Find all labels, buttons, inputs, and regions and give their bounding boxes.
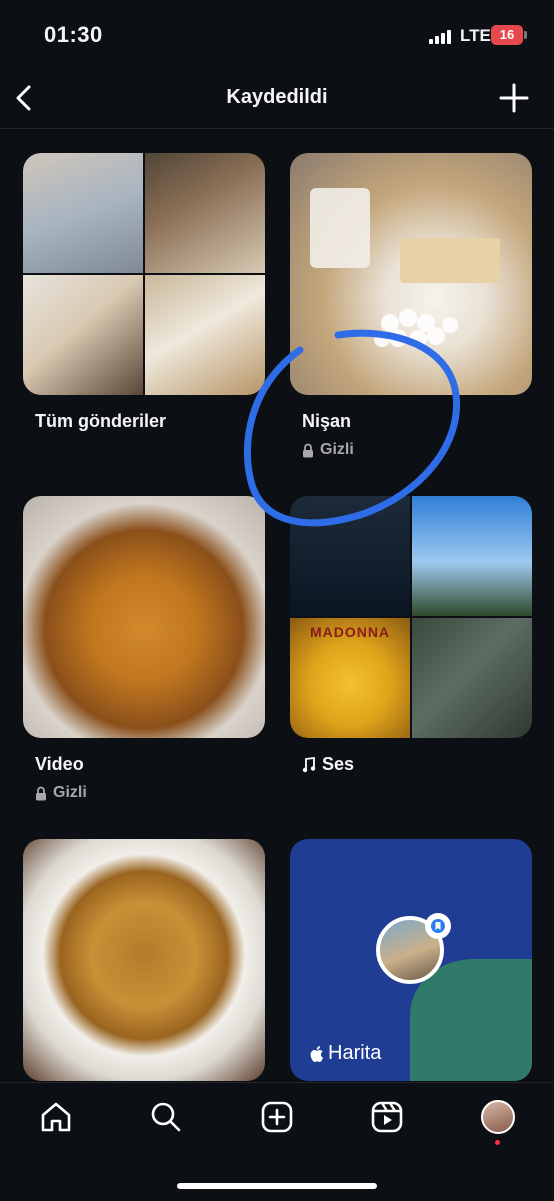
reels-icon[interactable] bbox=[367, 1097, 407, 1137]
lock-icon bbox=[303, 443, 313, 457]
collection-name: Nişan bbox=[302, 411, 352, 431]
network-type: LTE bbox=[460, 26, 491, 45]
private-label: Gizli bbox=[53, 784, 87, 801]
collection-name: Ses bbox=[302, 754, 354, 775]
collection-name: Video bbox=[35, 754, 84, 774]
battery-tip bbox=[524, 31, 527, 39]
album-art: MADONNA bbox=[290, 618, 410, 738]
page-title: Kaydedildi bbox=[226, 86, 328, 108]
album-art-title: MADONNA bbox=[309, 624, 391, 640]
status-bar: 01:30 LTE 16 bbox=[0, 0, 554, 70]
collection-thumbnail[interactable]: MADONNA bbox=[290, 496, 532, 738]
profile-avatar[interactable] bbox=[478, 1097, 518, 1137]
notification-dot bbox=[495, 1140, 500, 1145]
album-art bbox=[290, 496, 410, 616]
collection-name: Tüm gönderiler bbox=[35, 411, 167, 431]
map-label-text: Harita bbox=[328, 1042, 382, 1064]
header: Kaydedildi bbox=[0, 70, 554, 129]
collection-name-text: Ses bbox=[322, 754, 355, 774]
flowers-illustration bbox=[310, 188, 500, 348]
bookmark-icon bbox=[425, 913, 451, 939]
album-art bbox=[412, 618, 532, 738]
post-thumbnail bbox=[23, 153, 143, 273]
apple-logo-icon bbox=[310, 1045, 323, 1062]
home-icon[interactable] bbox=[36, 1097, 76, 1137]
music-note-icon bbox=[302, 756, 316, 772]
collection-thumbnail[interactable] bbox=[23, 496, 265, 738]
collection-thumbnail[interactable] bbox=[23, 153, 265, 395]
map-label: Harita bbox=[310, 1042, 381, 1065]
plus-icon[interactable] bbox=[498, 82, 530, 114]
private-label: Gizli bbox=[320, 441, 354, 458]
collection-thumbnail[interactable]: Harita bbox=[290, 839, 532, 1081]
post-thumbnail bbox=[145, 275, 265, 395]
collection-thumbnail[interactable] bbox=[290, 153, 532, 395]
home-indicator bbox=[177, 1183, 377, 1189]
post-thumbnail bbox=[145, 153, 265, 273]
private-badge: Gizli bbox=[35, 784, 87, 802]
private-badge: Gizli bbox=[302, 441, 354, 459]
post-thumbnail bbox=[23, 275, 143, 395]
status-time: 01:30 bbox=[44, 22, 103, 47]
lock-icon bbox=[36, 786, 46, 800]
search-icon[interactable] bbox=[146, 1097, 186, 1137]
album-art bbox=[412, 496, 532, 616]
signal-icon bbox=[429, 30, 455, 44]
battery-icon: 16 bbox=[491, 25, 523, 45]
create-icon[interactable] bbox=[257, 1097, 297, 1137]
collection-thumbnail[interactable] bbox=[23, 839, 265, 1081]
